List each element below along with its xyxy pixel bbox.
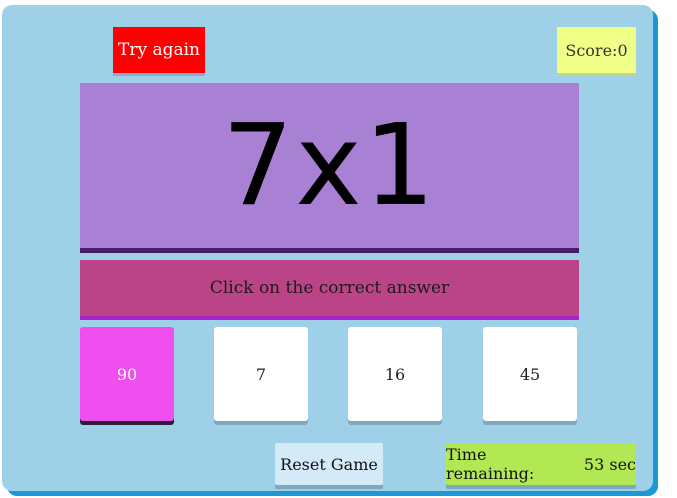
answer-choice-1[interactable]: 90 xyxy=(80,327,174,421)
time-label: Time remaining: xyxy=(446,445,535,483)
time-remaining-display: Time remaining: 53 sec xyxy=(446,443,636,485)
try-again-button[interactable]: Try again xyxy=(113,27,205,73)
score-display: Score: 0 xyxy=(557,27,636,73)
score-value: 0 xyxy=(617,40,628,60)
time-unit: sec xyxy=(609,454,636,474)
instruction-box: Click on the correct answer xyxy=(80,260,579,320)
question-box: 7x1 xyxy=(80,83,579,253)
answer-choice-3[interactable]: 16 xyxy=(348,327,442,421)
answer-choice-4[interactable]: 45 xyxy=(483,327,577,421)
question-text: 7x1 xyxy=(222,100,437,231)
game-container: Try again Score: 0 7x1 Click on the corre… xyxy=(2,5,653,491)
answer-choice-2[interactable]: 7 xyxy=(214,327,308,421)
time-value: 53 xyxy=(583,454,605,474)
score-label: Score: xyxy=(565,40,618,60)
reset-game-button[interactable]: Reset Game xyxy=(275,443,383,485)
